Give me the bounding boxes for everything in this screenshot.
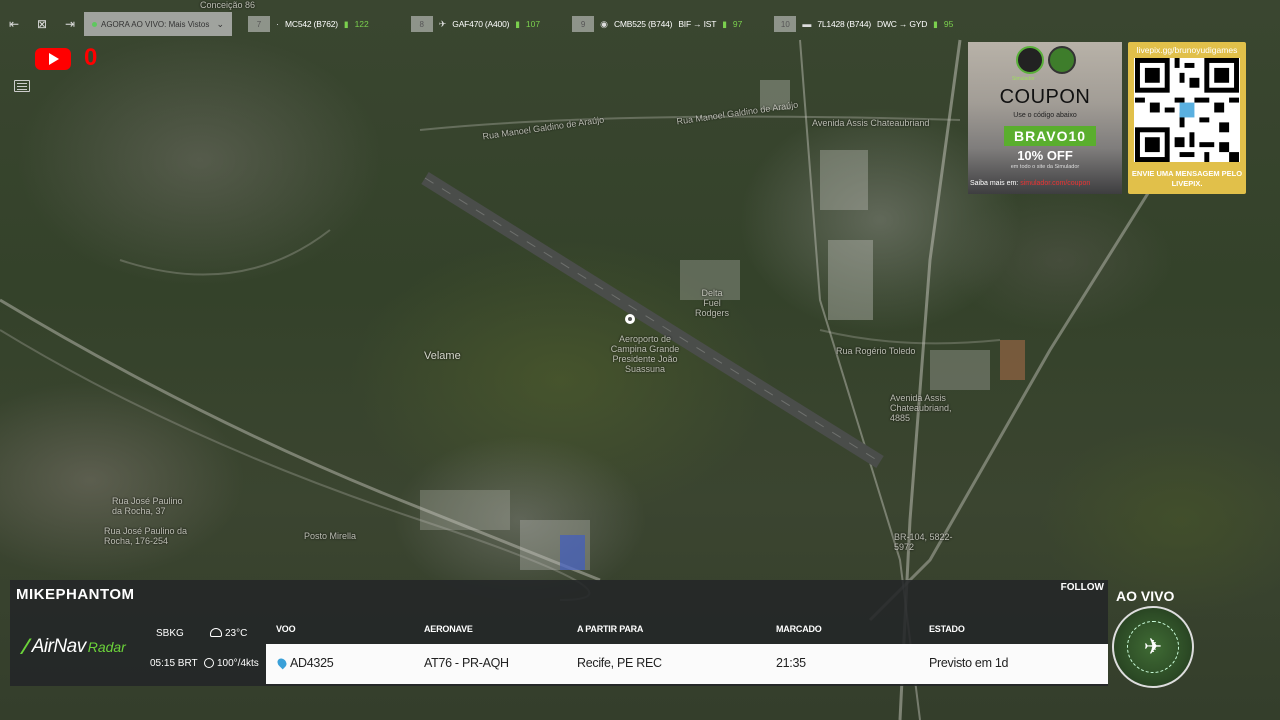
- channel-badge: ✈: [1112, 606, 1194, 688]
- collapse-sidebar-icon[interactable]: ⇤: [0, 12, 28, 36]
- local-time: 05:15 BRT: [150, 658, 198, 669]
- flight-chip[interactable]: 8 ✈ GAF470 (A400) ▮ 107: [410, 12, 541, 36]
- coupon-note: em todo o site da Simulador: [1010, 164, 1080, 170]
- wind: 100°/4kts: [204, 658, 259, 669]
- chevron-down-icon: ⌄: [216, 18, 224, 29]
- flight-number: AD4325: [290, 656, 334, 670]
- airline-icon: ▬: [802, 19, 812, 29]
- temperature-value: 23°C: [225, 628, 248, 639]
- map-label: Delta Fuel Rodgers: [694, 288, 730, 318]
- coupon-title: COUPON: [999, 86, 1091, 108]
- col-aircraft: AERONAVE: [424, 624, 473, 634]
- cloud-icon: [210, 628, 222, 637]
- battery-icon: ▮: [722, 18, 727, 29]
- airnav-plane-icon: ⁄: [24, 634, 28, 659]
- flight-chip-label: GAF470 (A400): [452, 19, 510, 29]
- livepix-qr-panel: livepix.gg/brunoyudigames ENVIE UMA MENS…: [1128, 42, 1246, 194]
- map-label: Velame: [424, 350, 461, 362]
- flight-chip[interactable]: 9 ◉ CMB525 (B744) BIF → IST ▮ 97: [572, 12, 742, 36]
- battery-icon: ▮: [515, 18, 520, 29]
- aircraft-cell: AT76 - PR-AQH: [424, 656, 509, 670]
- flight-chip-battery: 97: [732, 19, 743, 29]
- expand-icon[interactable]: ⊠: [28, 12, 56, 36]
- col-scheduled: MARCADO: [776, 624, 822, 634]
- airline-icon: ◉: [600, 18, 608, 29]
- flight-chip-battery: 95: [943, 19, 954, 29]
- flight-chip-label: 7L1428 (B744): [817, 19, 871, 29]
- coupon-logos: [1016, 46, 1076, 74]
- flight-chip-label: CMB525 (B744): [613, 19, 673, 29]
- flight-chip-number: 10: [774, 16, 797, 32]
- flight-cell: AD4325: [275, 656, 334, 670]
- coupon-footer: Saiba mais em: simulador.com/coupon: [970, 180, 1090, 187]
- battery-icon: ▮: [933, 18, 938, 29]
- table-header: VOO AERONAVE A PARTIR PARA MARCADO ESTAD…: [266, 624, 1108, 638]
- skip-icon[interactable]: ⇥: [56, 12, 84, 36]
- follow-button[interactable]: FOLLOW: [1061, 582, 1104, 593]
- live-dot-icon: [92, 21, 97, 27]
- map-label: Avenida Assis Chateaubriand: [812, 118, 930, 128]
- flight-chip[interactable]: 7 · MC542 (B762) ▮ 122: [248, 12, 369, 36]
- live-selector[interactable]: AGORA AO VIVO: Mais Vistos ⌄: [84, 12, 232, 36]
- coupon-footer-label: Saiba mais em:: [970, 180, 1019, 187]
- map-label: Conceição 86: [200, 0, 256, 10]
- layers-icon[interactable]: [14, 80, 30, 92]
- youtube-viewer-count: 0: [84, 44, 98, 71]
- flight-chip-label: MC542 (B762): [285, 19, 338, 29]
- flight-info-panel: MIKEPHANTOM FOLLOW ⁄ AirNav Radar SBKG 2…: [10, 580, 1108, 686]
- col-route: A PARTIR PARA: [577, 624, 644, 634]
- airnav-logo-sub: Radar: [87, 639, 126, 655]
- flight-chip-route: DWC → GYD: [877, 19, 928, 29]
- map-label: Rua José Paulino da Rocha, 37: [112, 496, 183, 516]
- map-label: Posto Mirella: [304, 531, 357, 541]
- youtube-icon: [35, 48, 71, 70]
- airline-icon: ✈: [438, 18, 447, 29]
- coupon-brand: Simulador: [1012, 76, 1035, 82]
- wind-icon: [204, 658, 214, 668]
- airport-label: Aeroporto de Campina Grande Presidente J…: [610, 334, 680, 374]
- livepix-message: ENVIE UMA MENSAGEM PELO LIVEPIX.: [1131, 169, 1243, 188]
- map-label: Rua José Paulino da Rocha, 176-254: [104, 526, 188, 546]
- flight-chip-number: 9: [572, 16, 595, 32]
- airline-pin-icon: [275, 656, 289, 670]
- map-label: Rua Rogério Toledo: [836, 346, 916, 356]
- flight-chip-number: 7: [248, 16, 270, 32]
- scheduled-cell: 21:35: [776, 656, 806, 670]
- top-toolbar: ⇤ ⊠ ⇥ AGORA AO VIVO: Mais Vistos ⌄ 7 · M…: [0, 12, 1000, 36]
- pilot-avatar-icon: ✈: [1127, 621, 1179, 673]
- flight-chip[interactable]: 10 ▬ 7L1428 (B744) DWC → GYD ▮ 95: [774, 12, 953, 36]
- weather-block: SBKG 23°C 05:15 BRT 100°/4kts: [150, 626, 260, 676]
- temperature: 23°C: [210, 628, 247, 639]
- coupon-instructions: Use o código abaixo: [1013, 112, 1077, 119]
- battery-icon: ▮: [343, 18, 349, 29]
- coupon-banner: Simulador COUPON Use o código abaixo BRA…: [968, 42, 1122, 194]
- live-selector-label: AGORA AO VIVO: Mais Vistos: [101, 19, 210, 29]
- coupon-footer-link: simulador.com/coupon: [1020, 180, 1091, 187]
- flight-chip-battery: 122: [354, 19, 369, 29]
- brand-logo-icon: [1048, 46, 1076, 74]
- coupon-discount: 10% OFF: [1017, 148, 1073, 163]
- flight-chip-battery: 107: [525, 19, 541, 29]
- flight-chip-number: 8: [410, 16, 433, 32]
- coupon-code: BRAVO10: [1004, 126, 1096, 146]
- airnav-logo-main: AirNav: [31, 636, 87, 657]
- livepix-url: livepix.gg/brunoyudigames: [1136, 45, 1238, 55]
- wind-value: 100°/4kts: [217, 658, 259, 669]
- flight-chip-route: BIF → IST: [678, 19, 717, 29]
- col-flight: VOO: [276, 624, 296, 634]
- qr-code-icon: [1134, 58, 1240, 162]
- airnav-radar-logo: ⁄ AirNav Radar: [24, 628, 134, 666]
- map-label: BR-104, 5822-5972: [894, 532, 953, 552]
- col-status: ESTADO: [929, 624, 965, 634]
- route-cell: Recife, PE REC: [577, 656, 662, 670]
- map-label: Avenida Assis Chateaubriand, 4885: [890, 393, 952, 423]
- brand-logo-icon: [1016, 46, 1044, 74]
- status-cell: Previsto em 1d: [929, 656, 1009, 670]
- airline-icon: ·: [276, 19, 279, 29]
- table-row[interactable]: AD4325 AT76 - PR-AQH Recife, PE REC 21:3…: [266, 644, 1108, 684]
- airport-code: SBKG: [156, 628, 184, 639]
- live-label: AO VIVO: [1116, 588, 1175, 604]
- streamer-name: MIKEPHANTOM: [16, 586, 135, 603]
